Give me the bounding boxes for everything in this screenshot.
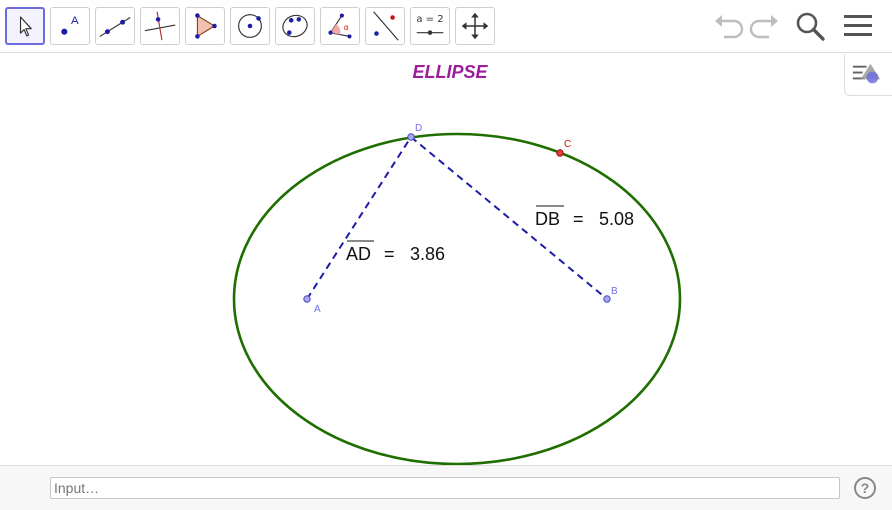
point-c[interactable] bbox=[556, 149, 564, 157]
redo-button[interactable] bbox=[747, 8, 783, 44]
segment-ad[interactable] bbox=[306, 136, 412, 300]
undo-icon bbox=[715, 15, 744, 39]
move-tool-button[interactable] bbox=[5, 7, 45, 45]
slider-icon bbox=[416, 30, 444, 35]
perpendicular-tool-button[interactable] bbox=[140, 7, 180, 45]
point-d-label: D bbox=[415, 123, 422, 134]
reflect-icon bbox=[373, 11, 399, 41]
perpendicular-line-icon bbox=[144, 11, 176, 41]
point-icon: A bbox=[61, 15, 79, 35]
input-bar: ? bbox=[0, 465, 892, 510]
line-tool-button[interactable] bbox=[95, 7, 135, 45]
polygon-tool-button[interactable] bbox=[185, 7, 225, 45]
angle-icon: α bbox=[328, 13, 352, 39]
construction-title: ELLIPSE bbox=[412, 62, 488, 82]
measurement-ad-value: 3.86 bbox=[410, 244, 445, 264]
style-bar-icon bbox=[852, 63, 881, 84]
menu-button[interactable] bbox=[840, 8, 876, 44]
angle-tool-button[interactable]: α bbox=[320, 7, 360, 45]
circle-tool-button[interactable] bbox=[230, 7, 270, 45]
point-tool-button[interactable]: A bbox=[50, 7, 90, 45]
graphics-view[interactable]: A B C D AD = 3.86 DB = 5.08 bbox=[0, 54, 892, 465]
move-view-tool-button[interactable] bbox=[455, 7, 495, 45]
hamburger-menu-icon bbox=[844, 15, 872, 36]
measurement-db-value: 5.08 bbox=[599, 209, 634, 229]
slider-tool-button[interactable]: a = 2 bbox=[410, 7, 450, 45]
ellipse-icon bbox=[282, 14, 308, 38]
point-a-label: A bbox=[314, 304, 321, 315]
help-button[interactable]: ? bbox=[854, 477, 876, 499]
measurement-ad-segment: AD bbox=[346, 244, 371, 264]
point-b[interactable] bbox=[603, 295, 611, 303]
geogebra-app: A α a = 2 A B C D AD = 3.86 DB = 5.08 EL… bbox=[0, 0, 892, 510]
point-d[interactable] bbox=[407, 133, 415, 141]
ellipse-curve[interactable] bbox=[232, 132, 682, 465]
undo-button[interactable] bbox=[710, 8, 746, 44]
search-button[interactable] bbox=[792, 8, 828, 44]
reflect-tool-button[interactable] bbox=[365, 7, 405, 45]
point-tool-label: A bbox=[71, 15, 79, 27]
algebra-input-field[interactable] bbox=[50, 477, 840, 499]
arrow-cursor-icon bbox=[19, 16, 32, 37]
measurement-ad-equals: = bbox=[384, 244, 395, 264]
graphics-canvas[interactable]: A B C D AD = 3.86 DB = 5.08 bbox=[0, 54, 892, 465]
measurement-db[interactable]: DB = 5.08 bbox=[535, 205, 634, 229]
conic-tool-button[interactable] bbox=[275, 7, 315, 45]
style-bar-toggle-button[interactable] bbox=[844, 54, 892, 96]
point-c-label: C bbox=[564, 139, 571, 150]
angle-tool-label: α bbox=[344, 23, 349, 32]
redo-icon bbox=[749, 15, 778, 39]
line-icon bbox=[99, 16, 131, 37]
point-b-label: B bbox=[611, 286, 618, 297]
move-graphics-icon bbox=[461, 12, 489, 40]
toolbar: A α a = 2 bbox=[0, 0, 892, 53]
measurement-ad[interactable]: AD = 3.86 bbox=[346, 240, 445, 264]
measurement-db-segment: DB bbox=[535, 209, 560, 229]
polygon-icon bbox=[195, 13, 217, 39]
measurement-db-equals: = bbox=[573, 209, 584, 229]
point-a[interactable] bbox=[303, 295, 311, 303]
circle-center-icon bbox=[238, 14, 262, 38]
search-icon bbox=[796, 12, 825, 41]
